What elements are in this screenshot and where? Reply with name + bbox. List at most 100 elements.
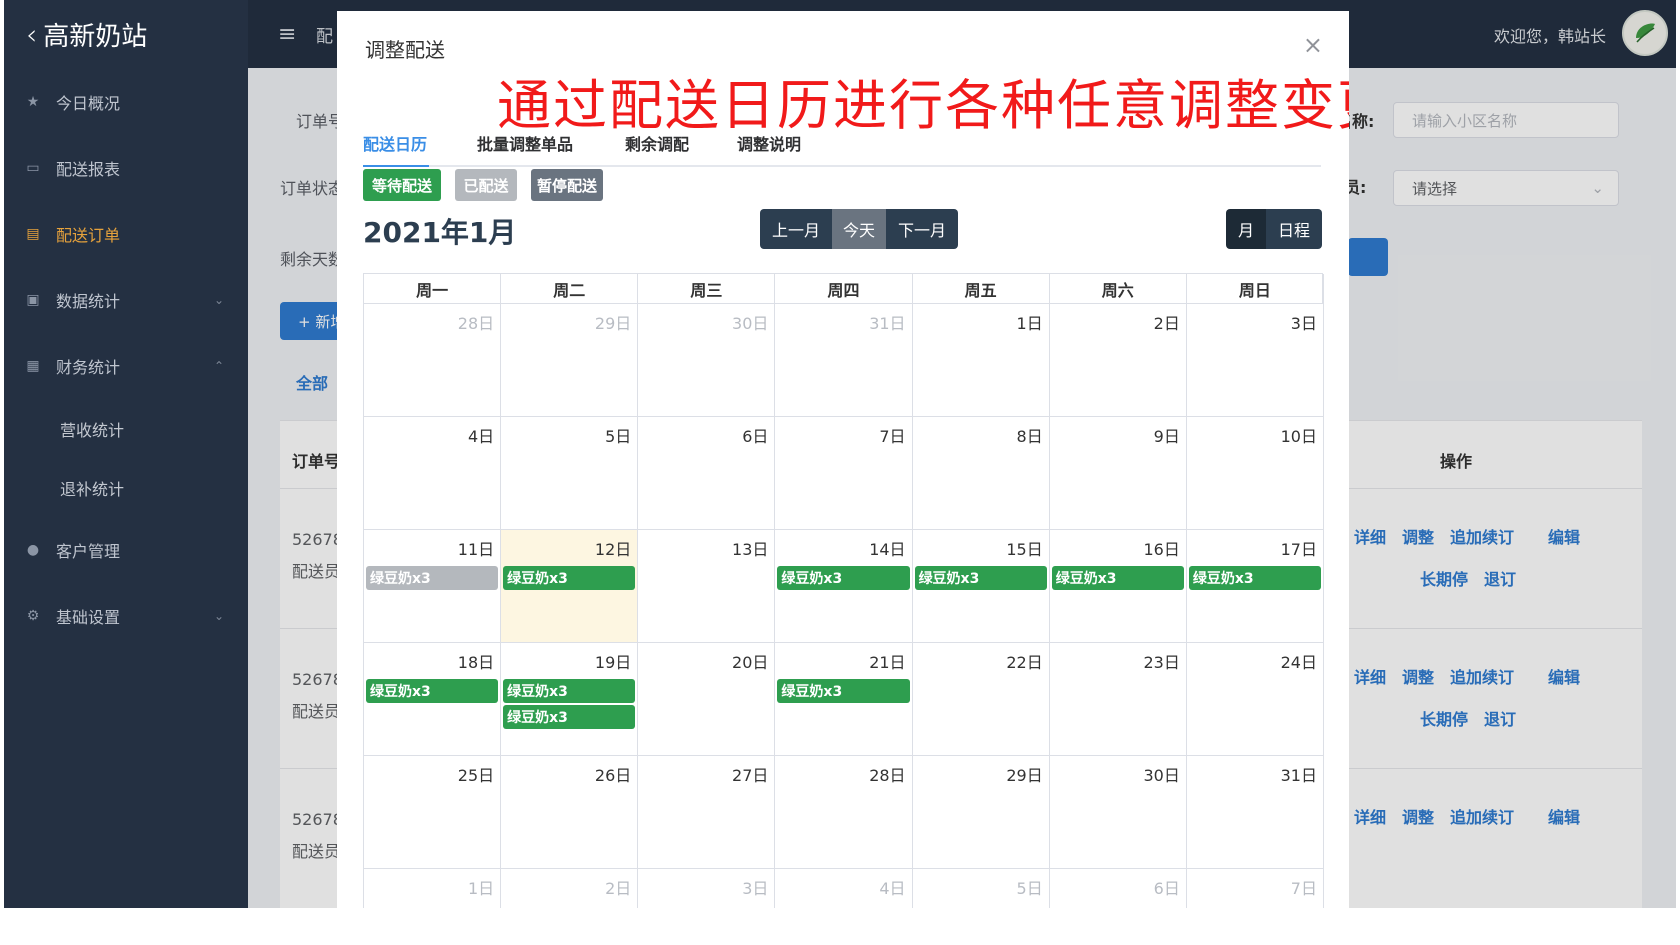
chevron-up-icon: ⌃	[213, 359, 224, 373]
sidebar-item-today[interactable]: ★ 今日概况	[4, 74, 248, 130]
calendar-day-cell[interactable]: 5日	[912, 869, 1050, 908]
report-icon: ▭	[26, 160, 40, 176]
sidebar-item-report[interactable]: ▭ 配送报表	[4, 140, 248, 196]
calendar-day-cell[interactable]: 5日	[501, 417, 639, 530]
sidebar-subitem-refund[interactable]: 退补统计	[4, 463, 248, 513]
calendar-day-cell[interactable]: 23日	[1049, 643, 1187, 756]
waiting-delivery-event[interactable]: 绿豆奶x3	[503, 679, 636, 703]
sidebar-item-stats[interactable]: ▣ 数据统计 ⌄	[4, 272, 248, 328]
tab-remaining-allocation[interactable]: 剩余调配	[625, 131, 689, 155]
calendar-day-cell[interactable]: 1日	[912, 304, 1050, 417]
calendar-day-cell[interactable]: 20日	[638, 643, 776, 756]
sidebar-subitem-label: 退补统计	[60, 480, 125, 499]
calendar-day-cell[interactable]: 17日 绿豆奶x3	[1186, 530, 1324, 643]
waiting-delivery-event[interactable]: 绿豆奶x3	[1188, 566, 1321, 590]
calendar-day-cell[interactable]: 26日	[501, 756, 639, 869]
next-month-button[interactable]: 下一月	[886, 209, 958, 249]
sidebar-item-finance[interactable]: ▦ 财务统计 ⌃	[4, 338, 248, 394]
chevron-down-icon: ⌄	[213, 293, 224, 307]
calendar-day-cell[interactable]: 10日	[1186, 417, 1324, 530]
tab-adjust-notes[interactable]: 调整说明	[737, 131, 801, 155]
calendar-day-cell[interactable]: 21日绿豆奶x3	[775, 643, 913, 756]
calendar-day-cell[interactable]: 16日绿豆奶x3	[1049, 530, 1187, 643]
day-number: 16日	[1143, 540, 1180, 559]
star-icon: ★	[26, 94, 40, 110]
calendar-day-cell[interactable]: 7日	[1186, 869, 1324, 908]
calendar-day-cell[interactable]: 6日	[638, 417, 776, 530]
sidebar-item-settings[interactable]: ⚙ 基础设置 ⌄	[4, 588, 248, 644]
active-tab-indicator	[363, 165, 429, 167]
calendar-day-cell[interactable]: 31日	[775, 304, 913, 417]
calendar-day-cell[interactable]: 6日	[1049, 869, 1187, 908]
day-number: 5日	[605, 427, 632, 446]
stats-icon: ▣	[26, 292, 40, 308]
waiting-delivery-event[interactable]: 绿豆奶x3	[777, 679, 910, 703]
waiting-delivery-event[interactable]: 绿豆奶x3	[503, 566, 636, 590]
close-icon[interactable]: ×	[1303, 31, 1323, 59]
brand-title: 高新奶站	[43, 22, 148, 52]
day-number: 25日	[457, 766, 495, 785]
calendar-day-cell[interactable]: 9日	[1049, 417, 1187, 530]
calendar-day-cell[interactable]: 3日	[638, 869, 776, 908]
day-number: 21日	[869, 653, 906, 672]
today-button[interactable]: 今天	[832, 209, 886, 249]
delivered-event[interactable]: 绿豆奶x3	[366, 566, 499, 590]
waiting-delivery-event[interactable]: 绿豆奶x3	[366, 679, 499, 703]
sidebar-item-orders[interactable]: ▤ 配送订单	[4, 206, 248, 262]
day-number: 1日	[1016, 314, 1043, 333]
legend-waiting: 等待配送	[363, 169, 441, 201]
calendar-day-cell[interactable]: 30日	[1049, 756, 1187, 869]
calendar-day-cell[interactable]: 3日	[1186, 304, 1324, 417]
waiting-delivery-event[interactable]: 绿豆奶x3	[503, 705, 636, 729]
tab-batch-adjust[interactable]: 批量调整单品	[477, 131, 573, 155]
waiting-delivery-event[interactable]: 绿豆奶x3	[914, 566, 1047, 590]
day-number: 29日	[1006, 766, 1043, 785]
calendar-day-cell[interactable]: 30日	[638, 304, 776, 417]
sidebar-item-customers[interactable]: ● 客户管理	[4, 522, 248, 578]
calendar-day-cell[interactable]: 24日	[1186, 643, 1324, 756]
calendar-day-cell[interactable]: 4日	[364, 417, 502, 530]
day-number: 30日	[1143, 766, 1180, 785]
calendar-day-cell[interactable]: 2日	[501, 869, 639, 908]
calendar-day-cell[interactable]: 22日	[912, 643, 1050, 756]
waiting-delivery-event[interactable]: 绿豆奶x3	[777, 566, 910, 590]
user-icon: ●	[26, 542, 40, 558]
month-view-button[interactable]: 月	[1226, 209, 1266, 249]
tab-delivery-calendar[interactable]: 配送日历	[363, 131, 427, 155]
calendar-day-cell[interactable]: 25日	[364, 756, 502, 869]
day-number: 28日	[457, 314, 495, 333]
calendar-day-cell[interactable]: 27日	[638, 756, 776, 869]
day-number: 10日	[1280, 427, 1317, 446]
calendar-day-cell[interactable]: 18日 绿豆奶x3	[364, 643, 502, 756]
calendar-day-cell[interactable]: 28日	[775, 756, 913, 869]
calendar-day-cell[interactable]: 28日	[364, 304, 502, 417]
calendar-day-cell[interactable]: 14日绿豆奶x3	[775, 530, 913, 643]
sidebar-subitem-revenue[interactable]: 营收统计	[4, 404, 248, 454]
calendar-day-cell[interactable]: 31日	[1186, 756, 1324, 869]
calendar-day-cell[interactable]: 8日	[912, 417, 1050, 530]
calendar-day-cell[interactable]: 15日绿豆奶x3	[912, 530, 1050, 643]
weekday-header: 周五	[912, 274, 1050, 304]
calendar-day-cell[interactable]: 2日	[1049, 304, 1187, 417]
sidebar-subitem-label: 营收统计	[60, 421, 125, 440]
waiting-delivery-event[interactable]: 绿豆奶x3	[1051, 566, 1184, 590]
prev-month-button[interactable]: 上一月	[760, 209, 832, 249]
calendar-day-cell[interactable]: 29日	[501, 304, 639, 417]
calendar-day-cell[interactable]: 4日	[775, 869, 913, 908]
brand[interactable]: ‹ 高新奶站	[26, 16, 147, 53]
back-chevron-icon[interactable]: ‹	[26, 18, 37, 51]
calendar-day-cell[interactable]: 29日	[912, 756, 1050, 869]
day-number: 15日	[1006, 540, 1043, 559]
calendar-day-cell[interactable]: 1日	[364, 869, 502, 908]
day-number: 26日	[594, 766, 632, 785]
calendar-day-cell[interactable]: 11日 绿豆奶x3	[364, 530, 502, 643]
day-number: 9日	[1153, 427, 1180, 446]
calendar-month-title: 2021年1月	[363, 216, 517, 249]
day-number: 3日	[742, 879, 769, 898]
calendar-day-cell[interactable]: 19日 绿豆奶x3 绿豆奶x3	[501, 643, 639, 756]
calendar-day-cell[interactable]: 13日	[638, 530, 776, 643]
calendar-day-cell[interactable]: 7日	[775, 417, 913, 530]
calendar-day-cell[interactable]: 12日 绿豆奶x3	[501, 530, 639, 643]
schedule-view-button[interactable]: 日程	[1266, 209, 1322, 249]
day-number: 14日	[869, 540, 906, 559]
